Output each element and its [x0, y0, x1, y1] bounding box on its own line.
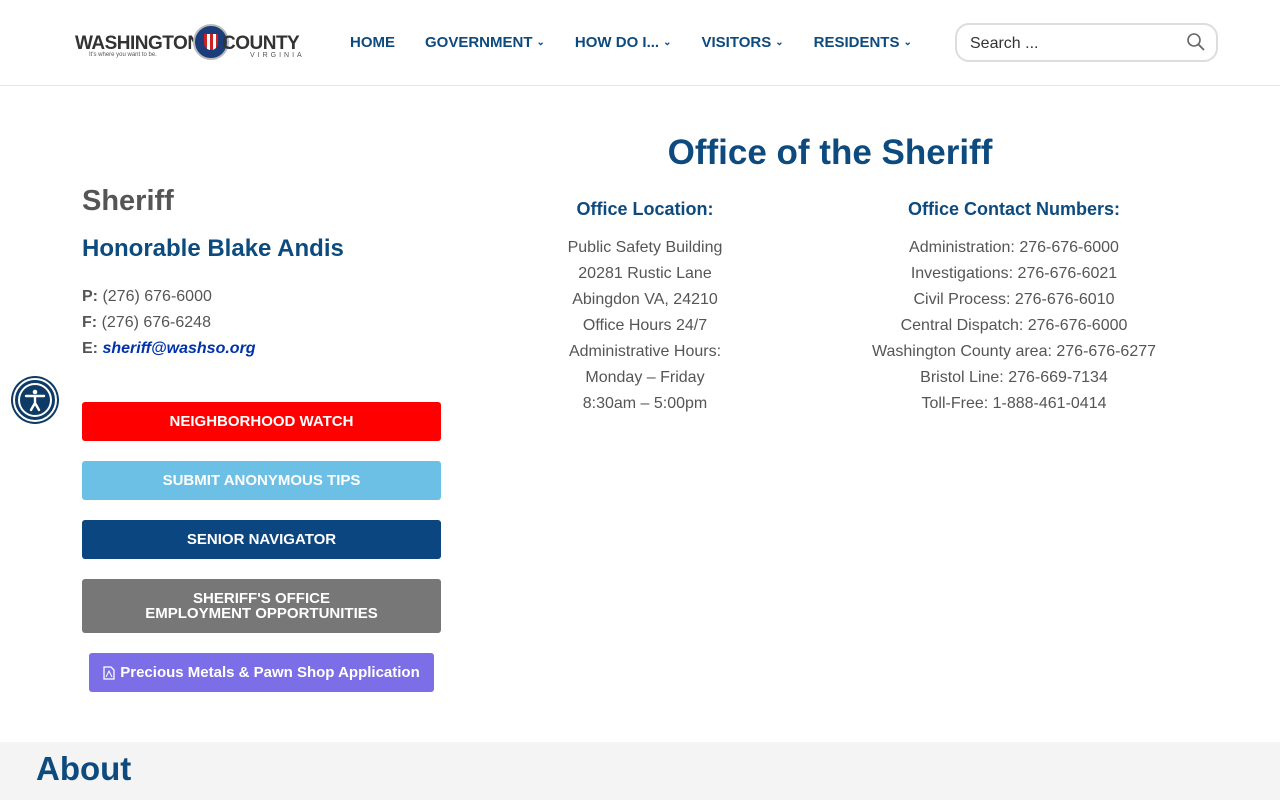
about-heading: About	[36, 750, 132, 787]
page-title: Office of the Sheriff	[667, 133, 993, 172]
button-label: Precious Metals & Pawn Shop Application	[120, 664, 420, 681]
nav-label: VISITORS	[701, 34, 772, 51]
contact-line: Bristol Line: 276-669-7134	[920, 369, 1108, 386]
nav-government[interactable]: GOVERNMENT ⌄	[425, 34, 545, 51]
anonymous-tips-button[interactable]: SUBMIT ANONYMOUS TIPS	[82, 461, 441, 500]
contact-line: Administration: 276-676-6000	[909, 239, 1119, 256]
phone-value: (276) 676-6000	[102, 288, 212, 305]
contact-line: Investigations: 276-676-6021	[910, 265, 1118, 282]
site-header: WASHINGTON COUNTY It's where you want to…	[0, 0, 1280, 86]
location-line: Monday – Friday	[585, 369, 705, 386]
employment-button[interactable]: SHERIFF'S OFFICE EMPLOYMENT OPPORTUNITIE…	[82, 579, 441, 633]
search-icon[interactable]	[1186, 32, 1206, 52]
about-section: About	[0, 742, 1280, 800]
location-line: Office Hours 24/7	[582, 317, 708, 334]
office-contacts: Office Contact Numbers: Administration: …	[844, 198, 1184, 417]
search-box	[955, 23, 1218, 62]
main-nav: HOME GOVERNMENT ⌄ HOW DO I... ⌄ VISITORS ⌄ …	[350, 34, 942, 51]
contact-info: P: (276) 676-6000 F: (276) 676-6248 E: s…	[82, 284, 256, 362]
county-logo[interactable]: WASHINGTON COUNTY It's where you want to…	[75, 24, 302, 64]
nav-label: GOVERNMENT	[425, 34, 533, 51]
nav-how-do-i[interactable]: HOW DO I... ⌄	[575, 34, 672, 51]
nav-label: HOME	[350, 34, 395, 51]
email-link[interactable]: sheriff@washso.org	[98, 340, 255, 357]
nav-residents[interactable]: RESIDENTS ⌄	[814, 34, 912, 51]
neighborhood-watch-button[interactable]: NEIGHBORHOOD WATCH	[82, 402, 441, 441]
logo-tagline: It's where you want to be.	[89, 52, 157, 58]
nav-home[interactable]: HOME	[350, 34, 395, 51]
location-line: Public Safety Building	[567, 239, 723, 256]
contacts-heading: Office Contact Numbers:	[907, 199, 1121, 219]
nav-label: HOW DO I...	[574, 34, 660, 51]
senior-navigator-button[interactable]: SENIOR NAVIGATOR	[82, 520, 441, 559]
accessibility-icon	[18, 383, 52, 417]
section-heading: Sheriff	[82, 185, 174, 217]
chevron-down-icon: ⌄	[663, 37, 672, 48]
nav-label: RESIDENTS	[813, 34, 900, 51]
contact-line: Washington County area: 276-676-6277	[871, 343, 1157, 360]
accessibility-button[interactable]	[13, 378, 57, 422]
sheriff-name: Honorable Blake Andis	[82, 235, 344, 262]
phone-label: P:	[82, 288, 98, 305]
contact-line: Civil Process: 276-676-6010	[913, 291, 1115, 308]
pdf-icon	[103, 665, 115, 680]
email-label: E:	[82, 340, 98, 357]
chevron-down-icon: ⌄	[536, 37, 545, 48]
location-line: Abingdon VA, 24210	[572, 291, 718, 308]
nav-visitors[interactable]: VISITORS ⌄	[701, 34, 783, 51]
chevron-down-icon: ⌄	[775, 37, 784, 48]
location-line: 20281 Rustic Lane	[578, 265, 712, 282]
location-line: Administrative Hours:	[568, 343, 722, 360]
office-location: Office Location: Public Safety Building …	[520, 198, 770, 417]
contact-line: Central Dispatch: 276-676-6000	[900, 317, 1128, 334]
location-line: 8:30am – 5:00pm	[582, 395, 708, 412]
fax-label: F:	[82, 314, 98, 331]
contact-line: Toll-Free: 1-888-461-0414	[921, 395, 1107, 412]
logo-state: VIRGINIA	[250, 52, 305, 59]
location-heading: Office Location:	[576, 199, 714, 219]
pawn-shop-application-button[interactable]: Precious Metals & Pawn Shop Application	[89, 653, 434, 692]
search-input[interactable]	[970, 35, 1170, 53]
fax-value: (276) 676-6248	[101, 314, 211, 331]
chevron-down-icon: ⌄	[903, 37, 912, 48]
